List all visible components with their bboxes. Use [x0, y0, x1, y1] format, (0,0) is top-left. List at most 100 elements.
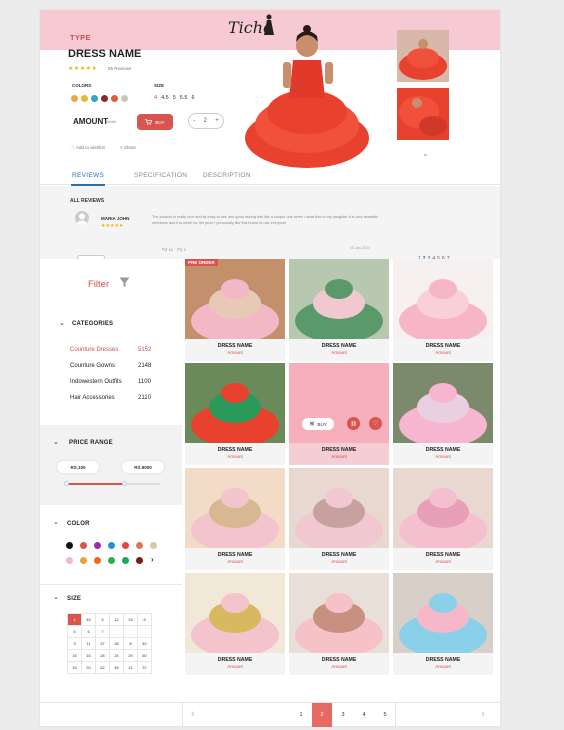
product-image[interactable]: [393, 363, 493, 443]
categories-chevron-icon[interactable]: ⌄: [59, 319, 65, 327]
size-cell[interactable]: 16: [68, 662, 82, 674]
price-min-input[interactable]: RS.100: [57, 461, 99, 473]
color-swatch-6[interactable]: [121, 95, 128, 102]
size-cell[interactable]: 62: [96, 662, 110, 674]
thumbs-up-icon[interactable]: 👍︎: [162, 247, 167, 253]
size-cell[interactable]: 6: [138, 614, 152, 626]
size-option[interactable]: 5.5: [180, 95, 188, 101]
color-swatch[interactable]: [80, 557, 87, 564]
product-name[interactable]: DRESS NAME: [185, 343, 285, 349]
color-swatch-3[interactable]: [91, 95, 98, 102]
category-item[interactable]: Counture Dresses: [70, 347, 118, 353]
product-thumbnail-1[interactable]: [397, 30, 449, 82]
product-card[interactable]: DRESS NAME Amount: [185, 468, 285, 570]
size-cell[interactable]: 29: [124, 650, 138, 662]
product-card[interactable]: DRESS NAME Amount: [393, 468, 493, 570]
price-max-input[interactable]: RS.9000: [122, 461, 164, 473]
size-cell[interactable]: 11: [82, 638, 96, 650]
reviews-count[interactable]: 55 Reviews: [108, 66, 131, 71]
color-swatch-4[interactable]: [101, 95, 108, 102]
product-card[interactable]: DRESS NAME Amount: [289, 468, 389, 570]
size-cell[interactable]: 37: [138, 662, 152, 674]
product-card[interactable]: DRESS NAME Amount: [185, 363, 285, 465]
size-option[interactable]: 5: [173, 95, 176, 101]
product-image[interactable]: [289, 573, 389, 653]
size-cell[interactable]: [124, 626, 138, 638]
color-swatch[interactable]: [136, 557, 143, 564]
tab-reviews[interactable]: REVIEWS: [72, 172, 104, 179]
size-option[interactable]: 4.5: [161, 95, 169, 101]
prev-page-arrow-icon[interactable]: ‹: [191, 708, 195, 720]
product-card[interactable]: DRESS NAME Amount: [289, 573, 389, 675]
product-name[interactable]: DRESS NAME: [393, 552, 493, 558]
product-name[interactable]: DRESS NAME: [185, 552, 285, 558]
color-swatch[interactable]: [66, 542, 73, 549]
color-swatch[interactable]: [122, 542, 129, 549]
product-main-image[interactable]: [245, 20, 375, 170]
color-swatch[interactable]: [80, 542, 87, 549]
product-name[interactable]: DRESS NAME: [393, 447, 493, 453]
size-cell[interactable]: [110, 626, 124, 638]
size-cell[interactable]: 24: [124, 614, 138, 626]
buy-button[interactable]: BUY: [137, 114, 173, 130]
more-colors-icon[interactable]: ›: [151, 555, 154, 564]
product-name[interactable]: DRESS NAME: [289, 552, 389, 558]
product-image[interactable]: [185, 573, 285, 653]
size-cell[interactable]: 12: [110, 614, 124, 626]
product-name[interactable]: DRESS NAME: [393, 657, 493, 663]
color-swatch-2[interactable]: [81, 95, 88, 102]
size-cell[interactable]: 37: [96, 638, 110, 650]
thumbs-down-icon[interactable]: 👎︎: [177, 247, 182, 253]
size-cell[interactable]: 24: [110, 650, 124, 662]
next-page-arrow-icon[interactable]: ›: [481, 708, 485, 720]
size-option[interactable]: 6: [191, 95, 194, 101]
size-cell[interactable]: 21: [124, 662, 138, 674]
color-swatch[interactable]: [66, 557, 73, 564]
color-swatch-1[interactable]: [71, 95, 78, 102]
size-cell[interactable]: 16: [68, 650, 82, 662]
share-link[interactable]: < Share: [120, 145, 136, 150]
product-card[interactable]: DRESS NAME Amount: [393, 259, 493, 361]
size-option[interactable]: 4: [154, 95, 157, 101]
color-swatch[interactable]: [108, 542, 115, 549]
page-3[interactable]: 3: [333, 703, 353, 727]
page-1[interactable]: 1: [291, 703, 311, 727]
page-5[interactable]: 5: [375, 703, 395, 727]
chevron-down-icon[interactable]: ⌄: [422, 149, 429, 158]
size-cell[interactable]: 60: [138, 650, 152, 662]
price-slider-max-handle[interactable]: [122, 481, 127, 486]
price-slider-min-handle[interactable]: [64, 481, 69, 486]
product-image[interactable]: [289, 468, 389, 548]
product-image[interactable]: [185, 259, 285, 339]
link-icon[interactable]: ⛓: [347, 417, 360, 430]
product-name[interactable]: DRESS NAME: [289, 343, 389, 349]
size-cell[interactable]: 5: [82, 626, 96, 638]
size-cell[interactable]: 4: [68, 614, 82, 626]
product-card[interactable]: DRESS NAME Amount: [289, 259, 389, 361]
size-cell[interactable]: 28: [96, 650, 110, 662]
quantity-stepper[interactable]: - 2 +: [188, 113, 224, 129]
buy-button[interactable]: 🛒︎ BUY: [302, 418, 334, 430]
size-cell[interactable]: 40: [138, 638, 152, 650]
product-image[interactable]: [393, 468, 493, 548]
filter-icon[interactable]: [119, 277, 130, 288]
product-card[interactable]: DRESS NAME Amount: [393, 363, 493, 465]
product-name[interactable]: DRESS NAME: [393, 343, 493, 349]
tab-specification[interactable]: SPECIFICATION: [134, 172, 187, 179]
product-thumbnail-2[interactable]: [397, 88, 449, 140]
product-name[interactable]: DRESS NAME: [289, 447, 389, 453]
size-cell[interactable]: 6: [68, 626, 82, 638]
category-item[interactable]: Counture Gowns: [70, 363, 115, 369]
product-card[interactable]: DRESS NAME Amount: [393, 573, 493, 675]
heart-icon[interactable]: ♡: [369, 417, 382, 430]
size-cell[interactable]: 20: [82, 662, 96, 674]
product-name[interactable]: DRESS NAME: [185, 657, 285, 663]
page-4[interactable]: 4: [354, 703, 374, 727]
color-swatch[interactable]: [108, 557, 115, 564]
size-cell[interactable]: 38: [110, 638, 124, 650]
size-cell[interactable]: 6: [96, 614, 110, 626]
product-name[interactable]: DRESS NAME: [185, 447, 285, 453]
category-item[interactable]: Hair Accessories: [70, 395, 115, 401]
page-2[interactable]: 2: [312, 703, 332, 727]
size-cell[interactable]: 16: [82, 650, 96, 662]
